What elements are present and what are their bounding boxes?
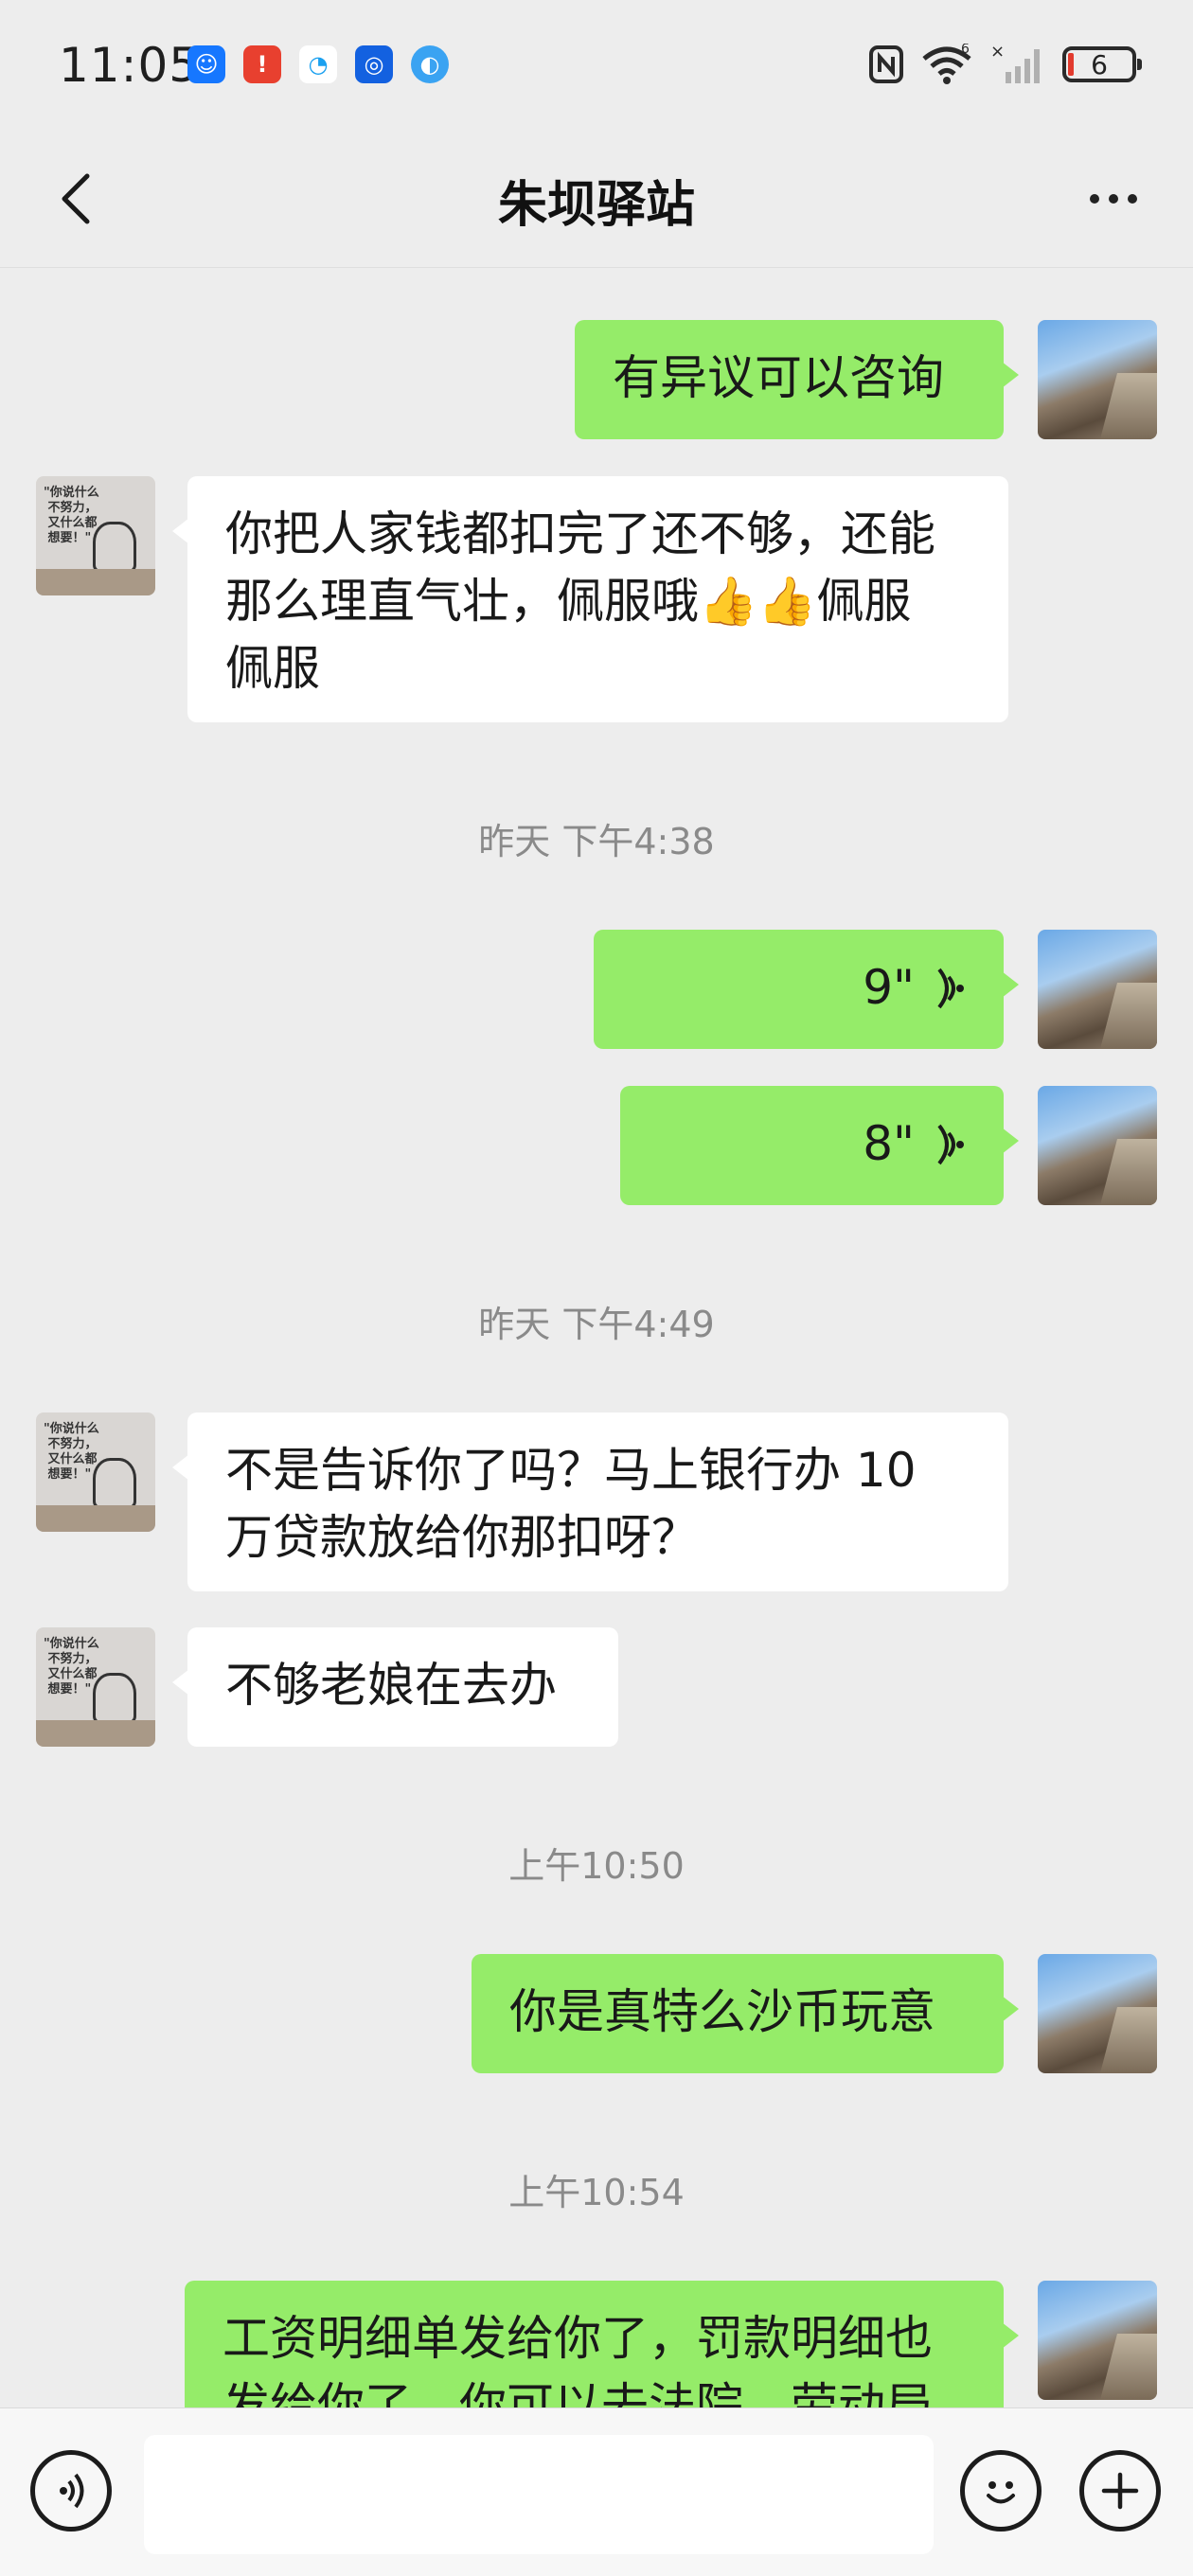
message-bubble-sent[interactable]: 工资明细单发给你了，罚款明细也 发给你了，你可以去法院，劳动局 [185,2281,1019,2407]
more-dots-icon [1090,194,1099,204]
voice-duration: 8" [863,1116,915,1171]
voice-input-icon [60,2473,84,2509]
nfc-icon [869,45,903,83]
message-bubble-sent[interactable]: 有异议可以咨询 [575,320,1019,439]
voice-wave-icon [937,968,964,1008]
message-line: 万贷款放给你那扣呀？ [225,1510,699,1565]
message-line: 那么理直气壮，佩服哦👍👍佩服 [225,574,912,629]
battery-level: 6 [1091,48,1108,80]
message-line: 你把人家钱都扣完了还不够，还能 [225,506,935,561]
voice-wave-icon [937,1124,964,1164]
signal-icon: × [990,44,1040,83]
contact-avatar[interactable]: "你说什么 不努力， 又什么都 想要！" [36,476,155,595]
contact-avatar[interactable]: "你说什么 不努力， 又什么都 想要！" [36,1627,155,1747]
status-time: 11:05 [59,38,201,93]
message-bubble-received[interactable]: 不是告诉你了吗？马上银行办 10 万贷款放给你那扣呀？ [172,1412,1008,1591]
message-line: 佩服 [225,641,320,696]
chat-header: 朱坝驿站 [0,133,1193,268]
message-bubble-received[interactable]: 你把人家钱都扣完了还不够，还能 那么理直气壮，佩服哦👍👍佩服 佩服 [172,476,1008,722]
voice-message-bubble[interactable]: 8" [620,1086,1019,1205]
my-avatar[interactable] [1038,2281,1157,2400]
my-avatar[interactable] [1038,930,1157,1049]
my-avatar[interactable] [1038,1954,1157,2073]
emoji-icon [987,2481,1015,2504]
face-app-icon: ☺ [187,45,225,83]
my-avatar[interactable] [1038,320,1157,439]
status-bar: 11:05 ☺ ! ◔ ◎ ◐ 6 × 6 [0,0,1193,133]
message-list[interactable]: 有异议可以咨询 "你说什么 不努力， 又什么都 想要！" 你把人家钱都扣完了还不… [0,268,1193,2407]
system-indicators: 6 × 6 [869,42,1142,87]
message-line: 不是告诉你了吗？马上银行办 10 [225,1443,917,1498]
voice-input-button[interactable] [30,2450,112,2532]
wifi-icon: 6 [922,44,971,84]
bulb-app-icon: ◎ [355,45,393,83]
message-line: 发给你了，你可以去法院，劳动局 [223,2378,933,2407]
message-text: 你是真特么沙币玩意 [509,1984,935,2039]
battery-alert-icon: ! [243,45,281,83]
plus-button[interactable] [1079,2450,1161,2532]
chat-app-icon: ◔ [299,45,337,83]
message-bubble-sent[interactable]: 你是真特么沙币玩意 [472,1954,1019,2073]
svg-text:×: × [990,44,1005,62]
plus-icon [1101,2472,1139,2510]
emoji-button[interactable] [960,2450,1042,2532]
my-avatar[interactable] [1038,1086,1157,1205]
timestamp: 上午10:54 [508,2172,685,2213]
voice-duration: 9" [863,960,915,1015]
message-bubble-received[interactable]: 不够老娘在去办 [172,1627,618,1747]
message-text: 有异议可以咨询 [613,350,944,405]
contact-avatar[interactable]: "你说什么 不努力， 又什么都 想要！" [36,1412,155,1532]
more-button[interactable] [1066,161,1161,237]
timestamp: 昨天 下午4:49 [478,1304,715,1345]
svg-text:6: 6 [961,44,970,57]
timestamp: 上午10:50 [508,1845,685,1887]
chat-title: 朱坝驿站 [497,177,695,234]
message-line: 工资明细单发给你了，罚款明细也 [223,2311,933,2366]
voice-message-bubble[interactable]: 9" [594,930,1019,1049]
message-input[interactable] [144,2435,934,2554]
battery-icon: 6 [1062,46,1142,82]
browser-app-icon: ◐ [411,45,449,83]
message-text: 不够老娘在去办 [225,1658,557,1713]
input-bar [0,2407,1193,2576]
timestamp: 昨天 下午4:38 [478,821,715,862]
